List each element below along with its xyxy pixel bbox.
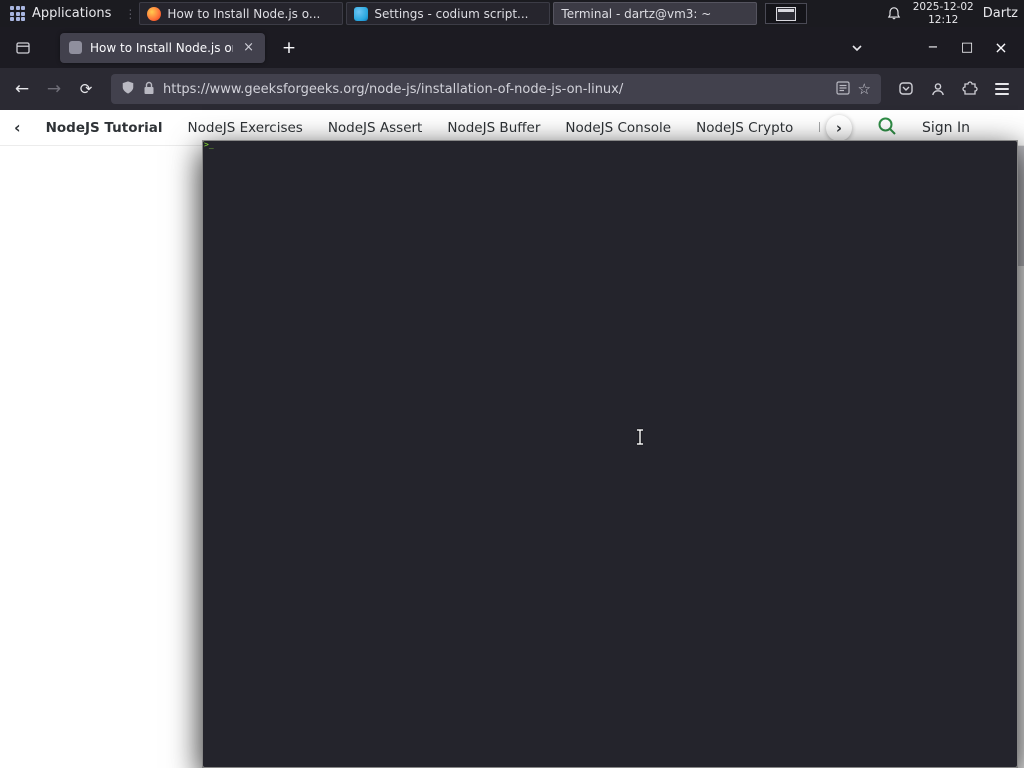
site-search-icon[interactable] <box>876 115 898 141</box>
clock-time: 12:12 <box>928 13 959 26</box>
page-scrollbar-thumb[interactable] <box>1018 146 1024 266</box>
taskbar-button[interactable]: How to Install Node.js o... <box>139 2 344 25</box>
tab-title: How to Install Node.js on... <box>90 40 233 55</box>
clock-date: 2025-12-02 <box>912 0 974 13</box>
taskbar-button[interactable]: Terminal - dartz@vm3: ~ <box>202 2 1018 768</box>
nav-scroll-left-icon[interactable]: ‹ <box>14 118 21 137</box>
panel-username: Dartz <box>982 6 1018 21</box>
top-panel: Applications ⋮ How to Install Node.js o.… <box>0 0 1024 768</box>
browser-tab[interactable]: How to Install Node.js on... × <box>60 32 265 63</box>
panel-handle-icon: ⋮ <box>124 6 137 21</box>
taskbar: How to Install Node.js o... Settings - co… <box>139 0 1018 768</box>
new-tab-button[interactable]: + <box>275 34 303 62</box>
site-nav-right: › Sign In <box>826 114 1010 141</box>
site-nav-link[interactable]: NodeJS Tutorial <box>46 120 163 136</box>
site-nav-items: ‹ NodeJS Tutorial NodeJS Exercises NodeJS … <box>14 118 820 137</box>
applications-menu[interactable]: Applications <box>0 0 121 27</box>
pocket-icon[interactable] <box>891 75 921 103</box>
window-controls: − □ × <box>918 35 1016 61</box>
address-bar[interactable]: https://www.geeksforgeeks.org/node-js/in… <box>111 74 881 104</box>
reader-mode-icon[interactable] <box>835 80 850 99</box>
notification-bell-icon[interactable] <box>884 4 904 24</box>
workspace-window-icon <box>776 6 797 21</box>
firefox-icon <box>147 6 162 21</box>
sign-in-link[interactable]: Sign In <box>922 120 970 136</box>
site-nav-link[interactable]: NodeJS Buffer <box>447 120 540 136</box>
site-nav-link[interactable]: NodeJS Assert <box>328 120 423 136</box>
codium-icon <box>354 6 369 21</box>
window-minimize-button[interactable]: − <box>918 35 948 61</box>
url-text[interactable]: https://www.geeksforgeeks.org/node-js/in… <box>163 82 828 97</box>
bookmark-star-icon[interactable]: ☆ <box>858 80 871 98</box>
applications-grid-icon <box>10 6 25 21</box>
taskbar-button-label: How to Install Node.js o... <box>167 6 321 21</box>
back-button[interactable]: ← <box>7 75 37 103</box>
taskbar-button-label: Terminal - dartz@vm3: ~ <box>561 6 712 21</box>
panel-status-area: 2025-12-02 12:12 Dartz <box>884 1 1024 26</box>
menu-button[interactable] <box>987 75 1017 103</box>
page-scrollbar[interactable] <box>1018 146 1024 768</box>
tab-bar: How to Install Node.js on... × + − □ × <box>0 27 1024 68</box>
workspace-switcher[interactable] <box>765 3 808 24</box>
hamburger-icon <box>995 83 1009 95</box>
window-maximize-button[interactable]: □ <box>952 35 982 61</box>
tracking-shield-icon[interactable] <box>121 80 135 99</box>
site-nav-link[interactable]: NodeJS Exercises <box>188 120 303 136</box>
nav-scroll-right-button[interactable]: › <box>826 114 852 141</box>
extensions-icon[interactable] <box>955 75 985 103</box>
tab-close-icon[interactable]: × <box>241 40 256 55</box>
account-icon[interactable] <box>923 75 953 103</box>
lock-icon[interactable] <box>143 80 155 99</box>
window-close-button[interactable]: × <box>986 35 1016 61</box>
list-all-tabs-icon[interactable] <box>842 34 872 62</box>
tab-favicon <box>69 41 82 54</box>
desktop: Applications ⋮ How to Install Node.js o.… <box>0 0 1024 768</box>
applications-label: Applications <box>32 6 112 21</box>
panel-clock[interactable]: 2025-12-02 12:12 <box>913 1 974 26</box>
site-nav-link[interactable]: NodeJS Crypto <box>696 120 793 136</box>
navigation-toolbar: ← → ⟳ https://www.geeksforgeeks.org/node… <box>0 68 1024 110</box>
taskbar-button-label: Settings - codium script... <box>374 6 529 21</box>
firefox-view-icon[interactable] <box>8 34 38 62</box>
taskbar-button[interactable]: Settings - codium script... <box>346 2 551 25</box>
text-cursor <box>634 428 646 450</box>
reload-button[interactable]: ⟳ <box>71 75 101 103</box>
site-nav-link[interactable]: NodeJS Console <box>565 120 671 136</box>
site-nav-link[interactable]: NodeJS DNS <box>818 120 820 136</box>
forward-button[interactable]: → <box>39 75 69 103</box>
